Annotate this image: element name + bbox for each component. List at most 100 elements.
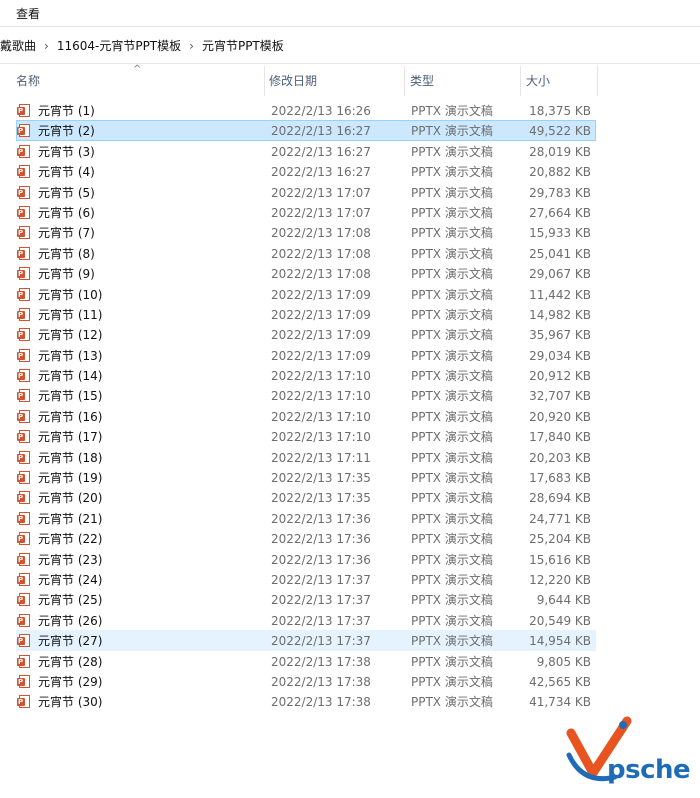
file-name: 元宵节 (19): [38, 471, 103, 486]
file-size: 29,034 KB: [529, 348, 591, 363]
file-type: PPTX 演示文稿: [411, 144, 493, 159]
file-date: 2022/2/13 17:08: [271, 246, 371, 261]
breadcrumb-item[interactable]: 戴歌曲: [0, 37, 36, 54]
icon-glyph: P: [18, 249, 24, 258]
file-name: 元宵节 (1): [38, 104, 95, 118]
file-size: 29,067 KB: [529, 267, 591, 282]
file-size: 24,771 KB: [529, 511, 591, 526]
file-type: PPTX 演示文稿: [411, 185, 493, 200]
file-row[interactable]: P 元宵节 (13) 2022/2/13 17:09 PPTX 演示文稿 29,034 …: [16, 345, 596, 365]
file-size: 20,203 KB: [529, 450, 591, 465]
file-row[interactable]: P 元宵节 (16) 2022/2/13 17:10 PPTX 演示文稿 20,920 …: [16, 406, 596, 426]
file-name: 元宵节 (17): [38, 430, 103, 445]
icon-glyph: P: [18, 657, 24, 666]
file-row[interactable]: P 元宵节 (8) 2022/2/13 17:08 PPTX 演示文稿 25,041 K…: [16, 243, 596, 263]
powerpoint-file-icon: P: [17, 430, 30, 444]
file-date: 2022/2/13 17:36: [271, 532, 371, 547]
file-row[interactable]: P 元宵节 (7) 2022/2/13 17:08 PPTX 演示文稿 15,933 K…: [16, 222, 596, 242]
file-date: 2022/2/13 17:37: [271, 572, 371, 587]
file-size: 49,522 KB: [529, 124, 591, 139]
file-size: 11,442 KB: [529, 287, 591, 302]
file-type: PPTX 演示文稿: [411, 348, 493, 363]
file-name: 元宵节 (28): [38, 654, 103, 669]
file-row[interactable]: P 元宵节 (25) 2022/2/13 17:37 PPTX 演示文稿 9,644 K…: [16, 589, 596, 609]
powerpoint-file-icon: P: [17, 593, 30, 607]
file-row[interactable]: P 元宵节 (19) 2022/2/13 17:35 PPTX 演示文稿 17,683 …: [16, 467, 596, 487]
file-date: 2022/2/13 17:35: [271, 491, 371, 506]
file-row[interactable]: P 元宵节 (28) 2022/2/13 17:38 PPTX 演示文稿 9,805 K…: [16, 651, 596, 671]
file-row[interactable]: P 元宵节 (5) 2022/2/13 17:07 PPTX 演示文稿 29,783 K…: [16, 182, 596, 202]
file-row[interactable]: P 元宵节 (24) 2022/2/13 17:37 PPTX 演示文稿 12,220 …: [16, 569, 596, 589]
file-date: 2022/2/13 17:38: [271, 654, 371, 669]
file-size: 27,664 KB: [529, 205, 591, 220]
file-type: PPTX 演示文稿: [411, 328, 493, 343]
powerpoint-file-icon: P: [17, 532, 30, 546]
file-size: 12,220 KB: [529, 572, 591, 587]
breadcrumb-item[interactable]: 元宵节PPT模板: [202, 37, 284, 54]
file-row[interactable]: P 元宵节 (26) 2022/2/13 17:37 PPTX 演示文稿 20,549 …: [16, 610, 596, 630]
icon-glyph: P: [18, 372, 24, 381]
file-row[interactable]: P 元宵节 (18) 2022/2/13 17:11 PPTX 演示文稿 20,203 …: [16, 447, 596, 467]
powerpoint-file-icon: P: [17, 613, 30, 627]
file-name: 元宵节 (23): [38, 552, 103, 567]
chevron-right-icon: ›: [189, 38, 194, 53]
column-header-size[interactable]: 大小: [521, 66, 598, 96]
icon-glyph: P: [18, 392, 24, 401]
file-row[interactable]: P 元宵节 (21) 2022/2/13 17:36 PPTX 演示文稿 24,771 …: [16, 508, 596, 528]
watermark-text: psche: [607, 755, 691, 785]
file-row[interactable]: P 元宵节 (10) 2022/2/13 17:09 PPTX 演示文稿 11,442 …: [16, 284, 596, 304]
menu-bar: 查看: [0, 0, 700, 27]
file-size: 35,967 KB: [529, 328, 591, 343]
file-type: PPTX 演示文稿: [411, 287, 493, 302]
file-size: 9,805 KB: [536, 654, 591, 669]
file-row[interactable]: P 元宵节 (14) 2022/2/13 17:10 PPTX 演示文稿 20,912 …: [16, 365, 596, 385]
file-date: 2022/2/13 17:37: [271, 634, 371, 649]
icon-glyph: P: [18, 290, 24, 299]
column-header-row: ^ 名称 修改日期 类型 大小: [0, 64, 700, 96]
column-header-type[interactable]: 类型: [405, 66, 521, 96]
file-size: 20,882 KB: [529, 165, 591, 180]
chevron-right-icon: ›: [44, 38, 49, 53]
file-row[interactable]: P 元宵节 (30) 2022/2/13 17:38 PPTX 演示文稿 41,734 …: [16, 691, 596, 711]
icon-glyph: P: [18, 412, 24, 421]
file-row[interactable]: P 元宵节 (6) 2022/2/13 17:07 PPTX 演示文稿 27,664 K…: [16, 202, 596, 222]
file-name: 元宵节 (24): [38, 572, 103, 587]
file-row[interactable]: P 元宵节 (17) 2022/2/13 17:10 PPTX 演示文稿 17,840 …: [16, 426, 596, 446]
file-row[interactable]: P 元宵节 (4) 2022/2/13 16:27 PPTX 演示文稿 20,882 K…: [16, 161, 596, 181]
file-row[interactable]: P 元宵节 (27) 2022/2/13 17:37 PPTX 演示文稿 14,954 …: [16, 630, 596, 651]
icon-glyph: P: [18, 677, 24, 686]
file-size: 20,549 KB: [529, 613, 591, 628]
file-size: 14,954 KB: [529, 634, 591, 649]
file-type: PPTX 演示文稿: [411, 695, 493, 710]
file-row[interactable]: P 元宵节 (12) 2022/2/13 17:09 PPTX 演示文稿 35,967 …: [16, 324, 596, 344]
file-type: PPTX 演示文稿: [411, 389, 493, 404]
file-size: 28,694 KB: [529, 491, 591, 506]
file-row[interactable]: P 元宵节 (2) 2022/2/13 16:27 PPTX 演示文稿 49,522 K…: [16, 120, 596, 141]
column-header-name[interactable]: 名称: [16, 66, 265, 96]
file-type: PPTX 演示文稿: [411, 430, 493, 445]
file-row[interactable]: P 元宵节 (3) 2022/2/13 16:27 PPTX 演示文稿 28,019 K…: [16, 141, 596, 161]
file-row[interactable]: P 元宵节 (9) 2022/2/13 17:08 PPTX 演示文稿 29,067 K…: [16, 263, 596, 283]
file-row[interactable]: P 元宵节 (1) 2022/2/13 16:26 PPTX 演示文稿 18,375 K…: [16, 100, 596, 120]
file-row[interactable]: P 元宵节 (23) 2022/2/13 17:36 PPTX 演示文稿 15,616 …: [16, 549, 596, 569]
file-type: PPTX 演示文稿: [411, 246, 493, 261]
file-row[interactable]: P 元宵节 (29) 2022/2/13 17:38 PPTX 演示文稿 42,565 …: [16, 671, 596, 691]
file-row[interactable]: P 元宵节 (11) 2022/2/13 17:09 PPTX 演示文稿 14,982 …: [16, 304, 596, 324]
file-row[interactable]: P 元宵节 (22) 2022/2/13 17:36 PPTX 演示文稿 25,204 …: [16, 528, 596, 548]
file-date: 2022/2/13 16:26: [271, 104, 371, 118]
menu-view[interactable]: 查看: [16, 5, 40, 22]
file-type: PPTX 演示文稿: [411, 613, 493, 628]
breadcrumb-item[interactable]: 11604-元宵节PPT模板: [57, 37, 181, 54]
icon-glyph: P: [18, 494, 24, 503]
file-size: 9,644 KB: [536, 593, 591, 608]
icon-glyph: P: [18, 310, 24, 319]
file-row[interactable]: P 元宵节 (15) 2022/2/13 17:10 PPTX 演示文稿 32,707 …: [16, 385, 596, 405]
file-type: PPTX 演示文稿: [411, 307, 493, 322]
file-date: 2022/2/13 17:36: [271, 552, 371, 567]
column-header-date[interactable]: 修改日期: [264, 66, 405, 96]
powerpoint-file-icon: P: [17, 471, 30, 485]
powerpoint-file-icon: P: [17, 552, 30, 566]
address-bar[interactable]: 戴歌曲 › 11604-元宵节PPT模板 › 元宵节PPT模板: [0, 27, 700, 64]
file-row[interactable]: P 元宵节 (20) 2022/2/13 17:35 PPTX 演示文稿 28,694 …: [16, 487, 596, 507]
powerpoint-file-icon: P: [17, 348, 30, 362]
